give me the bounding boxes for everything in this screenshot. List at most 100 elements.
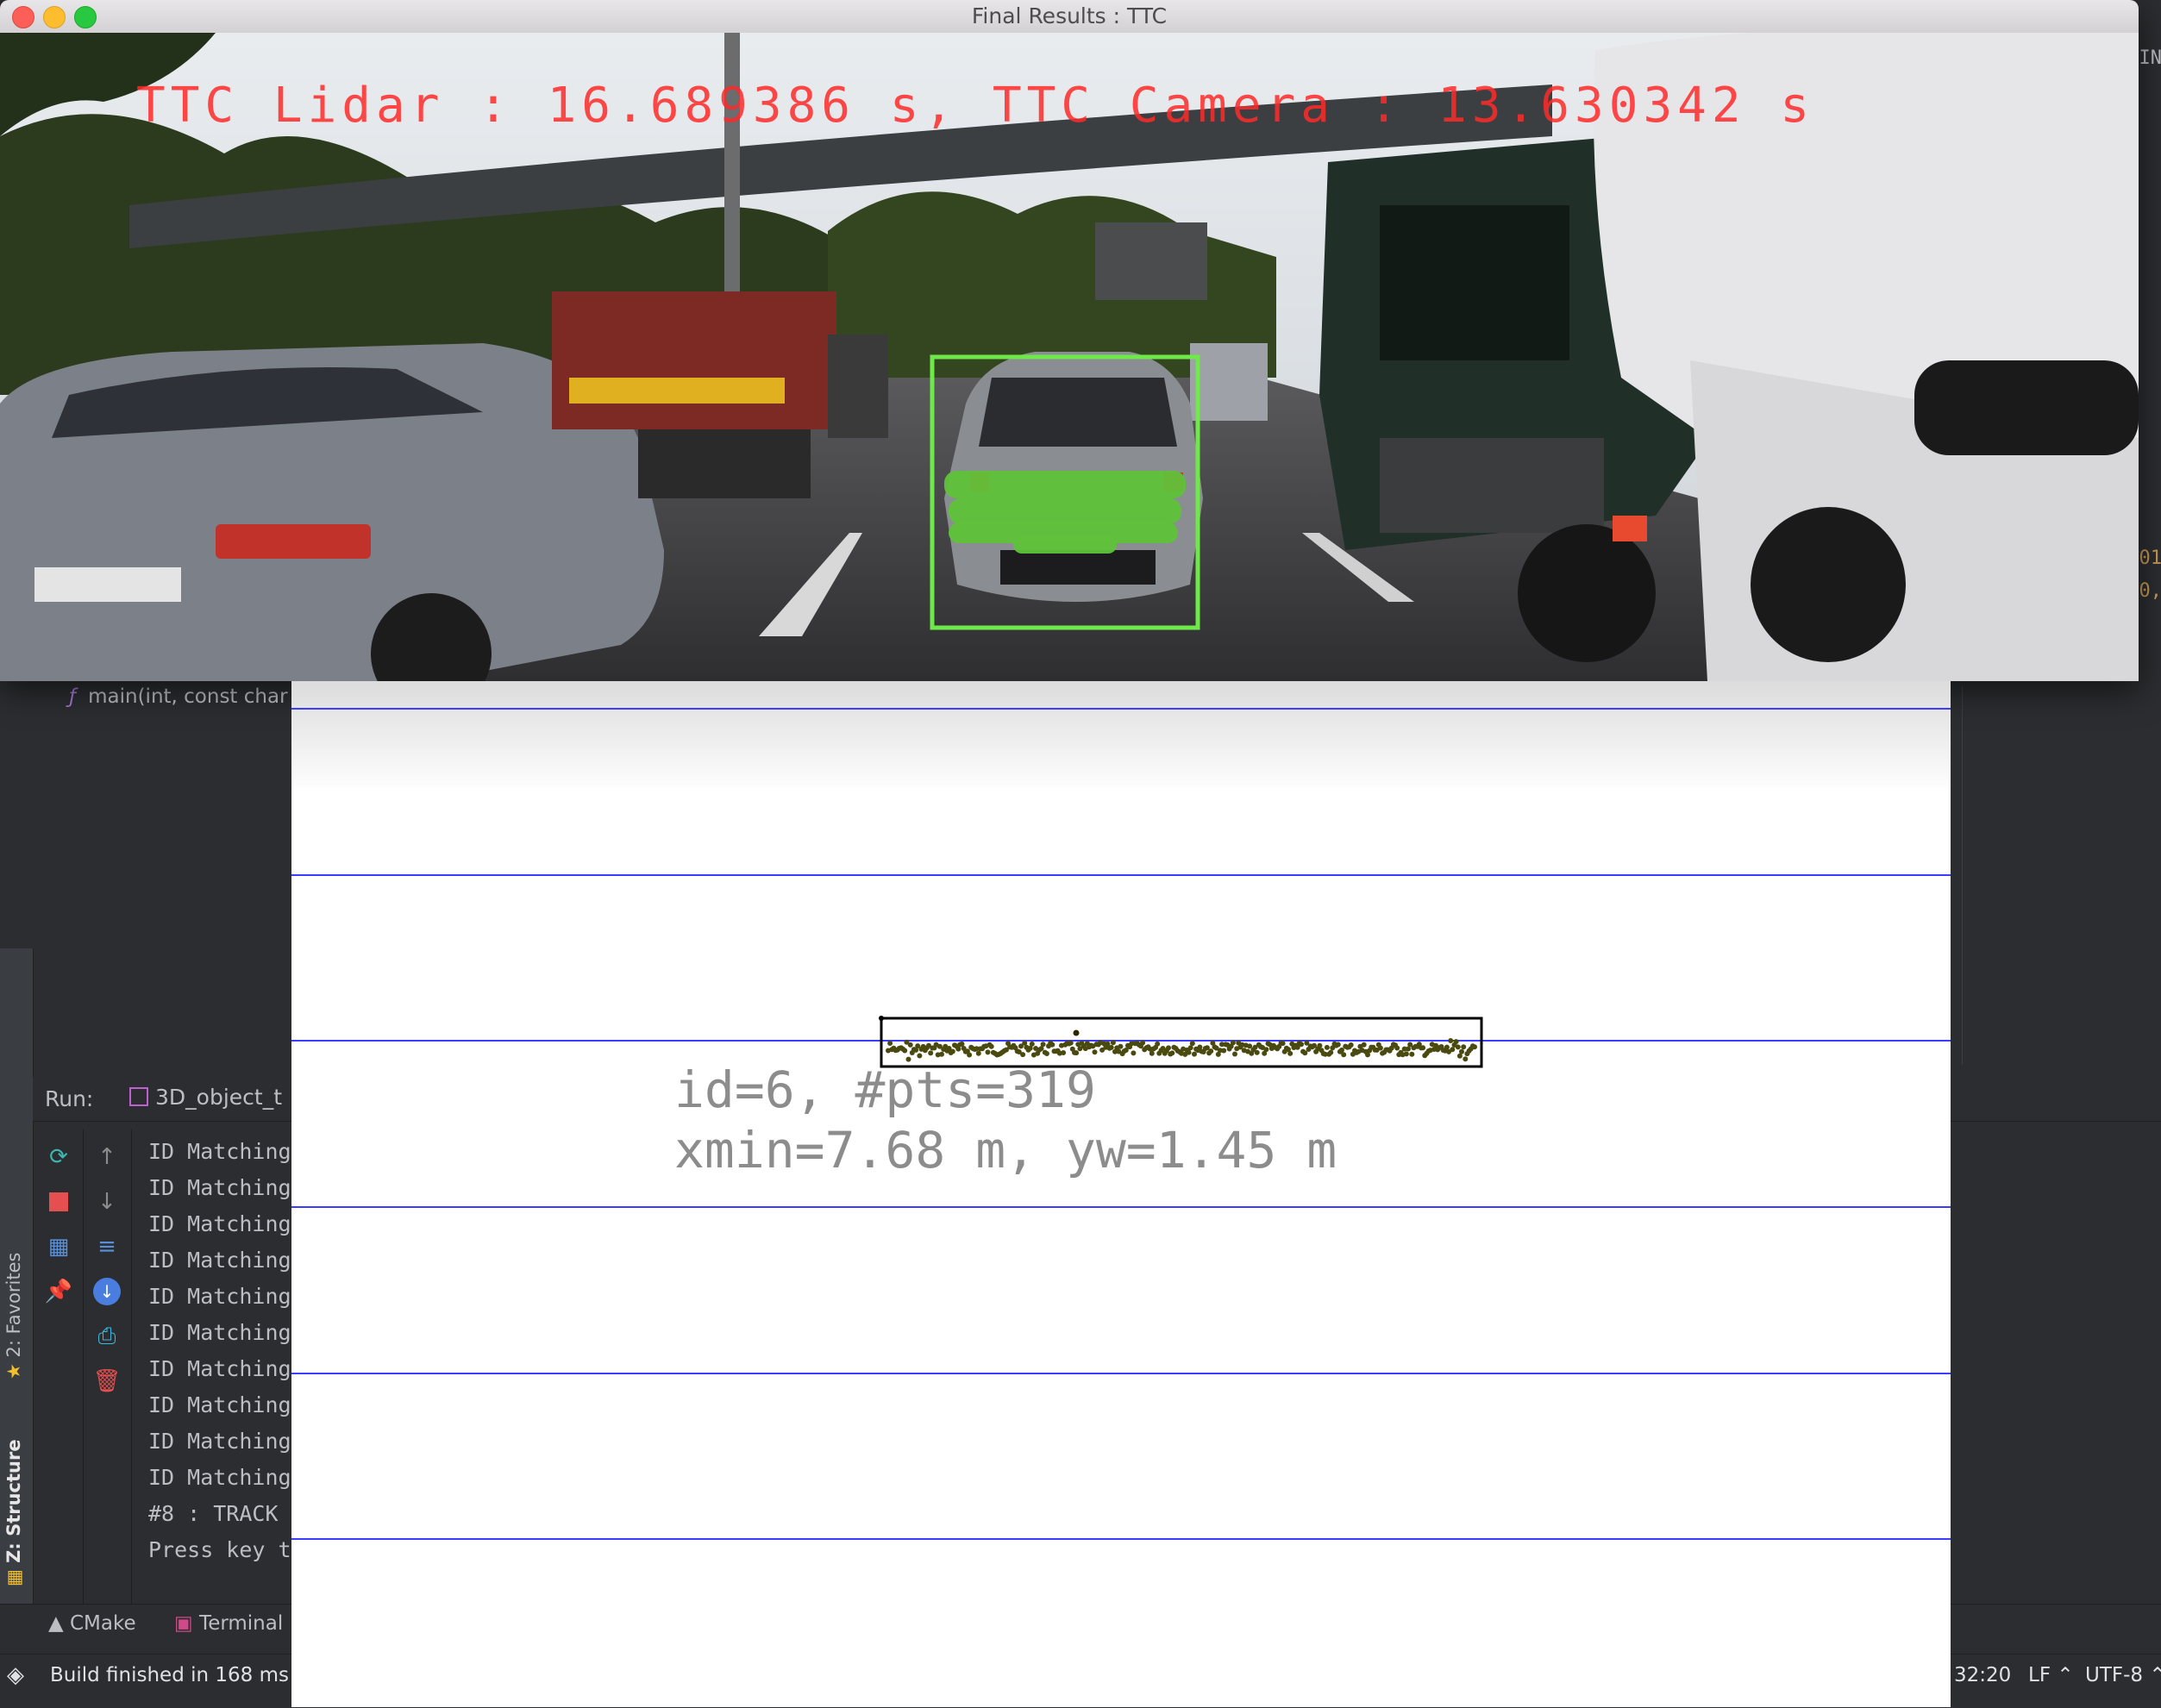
lidar-overlay-row <box>1013 536 1117 554</box>
lidar-point <box>1302 1050 1307 1055</box>
ttc-results-window: Final Results : TTC <box>0 0 2139 681</box>
lidar-point <box>902 1048 907 1054</box>
lidar-point <box>976 1051 981 1056</box>
lidar-point <box>1378 1046 1383 1051</box>
lidar-point <box>1232 1052 1237 1057</box>
soft-wrap-icon[interactable]: ≡ <box>90 1229 124 1264</box>
terminal-icon: ▣ <box>174 1612 199 1635</box>
window-titlebar[interactable]: Final Results : TTC <box>0 0 2139 34</box>
lidar-point <box>1444 1045 1450 1050</box>
lidar-point <box>1131 1050 1136 1055</box>
lidar-point <box>1140 1041 1145 1046</box>
tab-terminal[interactable]: ▣ Terminal <box>174 1612 283 1635</box>
lidar-point <box>1187 1050 1192 1055</box>
line-separator[interactable]: LF ⌃ <box>2028 1664 2074 1686</box>
lidar-point <box>950 1049 955 1054</box>
rerun-icon[interactable]: ⟳ <box>41 1140 76 1174</box>
app-icon <box>129 1087 148 1106</box>
run-toolbar: ⟳ ▦ 📌 <box>34 1129 84 1604</box>
lidar-point <box>1328 1050 1333 1055</box>
run-label: Run: <box>45 1086 93 1111</box>
lidar-point <box>928 1050 933 1055</box>
structure-icon: ▦ <box>3 1563 24 1586</box>
lidar-point <box>1362 1042 1367 1048</box>
lidar-point <box>1030 1042 1035 1047</box>
lidar-point <box>917 1054 922 1059</box>
lidar-point <box>1341 1052 1346 1057</box>
box-corner-point <box>879 1016 884 1021</box>
lidar-point <box>1459 1049 1464 1054</box>
pin-icon[interactable]: 📌 <box>41 1274 76 1309</box>
window-title: Final Results : TTC <box>0 0 2139 33</box>
lidar-point <box>1061 1050 1066 1055</box>
tab-favorites[interactable]: ★ 2: Favorites <box>3 1354 24 1380</box>
lidar-point <box>1456 1044 1461 1049</box>
print-icon[interactable]: ⎙ <box>90 1319 124 1354</box>
tab-structure[interactable]: ▦ Z: Structure <box>3 1561 24 1586</box>
lidar-point <box>986 1049 991 1054</box>
lidar-point <box>1109 1045 1114 1050</box>
lidar-point <box>1461 1044 1466 1049</box>
lidar-overlay-row <box>944 471 1186 498</box>
lidar-point <box>1263 1047 1268 1052</box>
lidar-point <box>1192 1052 1197 1057</box>
lidar-point <box>1450 1047 1455 1052</box>
lidar-point <box>1149 1051 1155 1056</box>
lidar-point <box>1049 1042 1055 1048</box>
lidar-point <box>1155 1042 1160 1047</box>
edge-snippet: 0, <box>2139 580 2161 602</box>
lidar-point <box>1255 1050 1260 1055</box>
lidar-point <box>1074 1050 1079 1055</box>
cmake-icon: ▲ <box>48 1612 70 1635</box>
down-arrow-icon[interactable]: ↓ <box>90 1185 124 1219</box>
lidar-point <box>1068 1041 1074 1046</box>
build-status-icon: ◈ <box>7 1662 24 1688</box>
lidar-point <box>1287 1051 1293 1056</box>
scroll-to-end-icon[interactable]: ↓ <box>90 1274 124 1309</box>
lidar-point <box>1281 1041 1286 1046</box>
trash-icon[interactable]: 🗑 <box>90 1364 124 1398</box>
file-encoding[interactable]: UTF-8 ⌃ <box>2085 1664 2161 1686</box>
lidar-point <box>1041 1042 1046 1047</box>
lidar-point <box>1394 1046 1400 1051</box>
lidar-point <box>1339 1048 1344 1053</box>
lidar-point <box>1221 1048 1226 1054</box>
lidar-point <box>1166 1045 1171 1050</box>
lidar-point <box>1231 1040 1236 1045</box>
stop-icon[interactable] <box>41 1185 76 1219</box>
lidar-point <box>1420 1045 1425 1050</box>
ttc-result-text: TTC Lidar : 16.689386 s, TTC Camera : 13… <box>136 78 1814 134</box>
tab-cmake[interactable]: ▲ CMake <box>48 1612 136 1635</box>
lidar-point <box>1336 1042 1341 1048</box>
lidar-point <box>1409 1052 1414 1057</box>
lidar-point <box>1118 1044 1123 1049</box>
lidar-point <box>1448 1038 1453 1043</box>
object-distance-label: xmin=7.68 m, yw=1.45 m <box>674 1121 1337 1179</box>
lidar-point <box>1169 1050 1174 1055</box>
star-icon: ★ <box>3 1357 24 1380</box>
lidar-point <box>1190 1041 1195 1046</box>
object-bounding-box <box>881 1018 1481 1067</box>
lidar-overlay-row <box>949 498 1181 524</box>
status-message[interactable]: Build finished in 168 ms (a <box>50 1664 315 1686</box>
lidar-point <box>1325 1045 1330 1050</box>
run-config-tab[interactable]: 3D_object_t <box>129 1085 282 1110</box>
layout-icon[interactable]: ▦ <box>41 1229 76 1264</box>
lidar-point <box>1299 1042 1304 1047</box>
cursor-position[interactable]: 32:20 <box>1954 1664 2011 1686</box>
lidar-point <box>1317 1043 1322 1048</box>
lidar-point <box>1020 1052 1025 1057</box>
up-arrow-icon[interactable]: ↑ <box>90 1140 124 1174</box>
lidar-point <box>1463 1056 1468 1061</box>
lidar-point <box>908 1042 913 1048</box>
lidar-point <box>1044 1051 1049 1056</box>
editor-edge: LIN r01 0, <box>1962 685 2161 1065</box>
lidar-point <box>1404 1051 1409 1056</box>
outlier-point <box>1074 1030 1080 1036</box>
structure-item-main[interactable]: ƒmain(int, const char <box>69 685 288 708</box>
object-id-label: id=6, #pts=319 <box>674 1060 1096 1119</box>
lidar-topview-window: id=6, #pts=319 xmin=7.68 m, yw=1.45 m <box>291 681 1951 1707</box>
lidar-point <box>887 1041 893 1046</box>
lidar-point <box>939 1052 944 1057</box>
lidar-point <box>1111 1040 1116 1045</box>
